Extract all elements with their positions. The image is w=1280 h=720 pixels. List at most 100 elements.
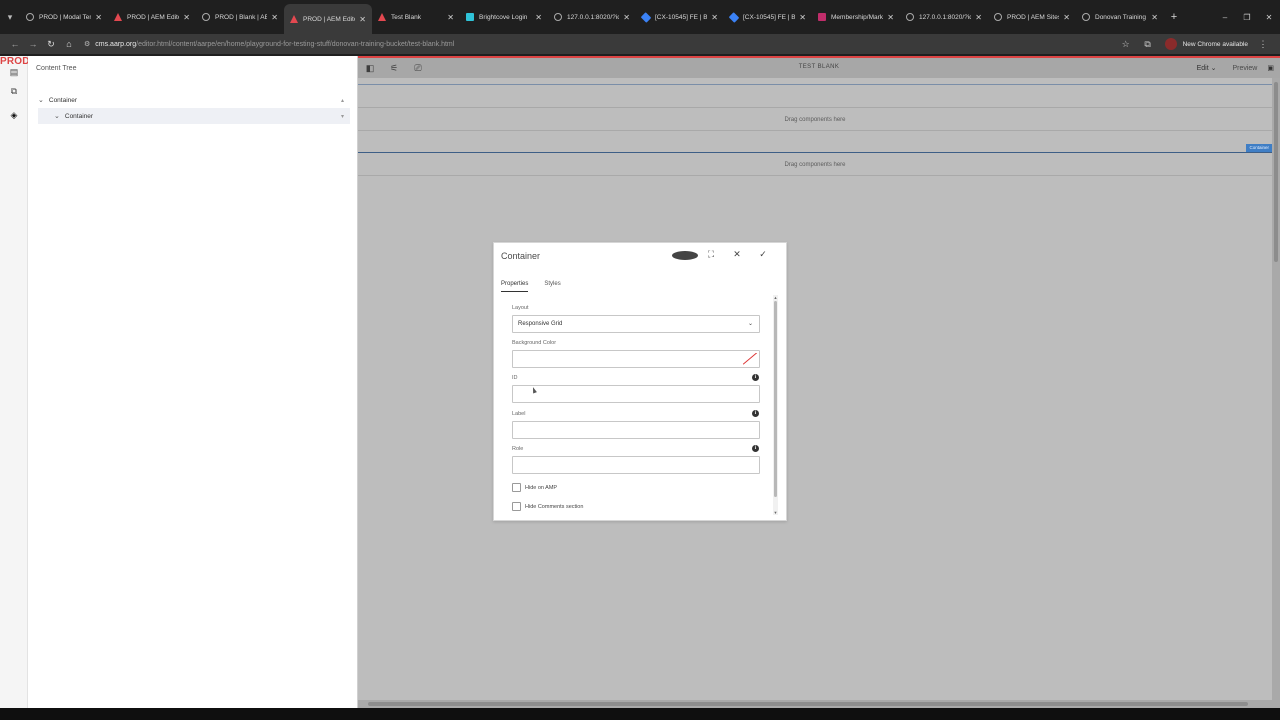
globe-icon <box>994 13 1002 21</box>
site-info-icon[interactable]: ⚙ <box>84 40 90 48</box>
tab-close-icon[interactable]: ✕ <box>447 13 454 22</box>
checkbox-box[interactable] <box>512 483 521 492</box>
role-field[interactable] <box>512 456 760 474</box>
forward-icon[interactable]: → <box>24 39 42 49</box>
window-controls: – ❐ ✕ <box>1214 0 1280 34</box>
chevron-down-icon[interactable]: ⌄ <box>54 112 60 120</box>
restore-icon[interactable]: ❐ <box>1236 13 1258 22</box>
tab-close-icon[interactable]: ✕ <box>359 15 366 24</box>
back-icon[interactable]: ← <box>6 39 24 49</box>
info-icon[interactable]: i <box>752 445 759 452</box>
tab-title: PROD | AEM Editor <box>127 13 180 21</box>
label-field[interactable] <box>512 421 760 439</box>
browser-tab[interactable]: Test Blank ✕ <box>372 0 460 34</box>
sidepanel-toggle-icon[interactable]: ▤ <box>7 65 21 79</box>
preview-button[interactable]: Preview <box>1232 65 1257 72</box>
globe-icon <box>1082 13 1090 21</box>
globe-icon <box>554 13 562 21</box>
container-area[interactable] <box>358 131 1272 152</box>
tab-close-icon[interactable]: ✕ <box>711 13 718 22</box>
tab-title: [CX-10545] FE | BE <box>743 13 796 21</box>
help-icon[interactable]: ? <box>672 250 698 260</box>
new-tab-button[interactable]: + <box>1164 11 1184 23</box>
tab-close-icon[interactable]: ✕ <box>95 13 102 22</box>
browser-tab[interactable]: Donovan Training B ✕ <box>1076 0 1164 34</box>
hide-on-amp-checkbox[interactable]: Hide on AMP <box>512 483 557 492</box>
layers-icon[interactable]: ◈ <box>7 108 21 122</box>
reload-icon[interactable]: ↻ <box>42 39 60 50</box>
tab-close-icon[interactable]: ✕ <box>1151 13 1158 22</box>
drop-zone[interactable]: Drag components here <box>358 109 1272 131</box>
jira-icon <box>728 11 740 23</box>
chrome-update-button[interactable]: New Chrome available <box>1183 41 1248 48</box>
browser-tab[interactable]: PROD | Modal Temp ✕ <box>20 0 108 34</box>
background-color-field[interactable] <box>512 350 760 368</box>
editor-vertical-scrollbar[interactable] <box>1272 78 1280 708</box>
browser-tab[interactable]: PROD | AEM Editor ✕ <box>284 4 372 34</box>
layout-label: Layout <box>512 305 529 311</box>
fullscreen-icon[interactable]: ⛶ <box>698 249 724 260</box>
tab-close-icon[interactable]: ✕ <box>887 13 894 22</box>
browser-tab[interactable]: 127.0.0.1:8020/?id= ✕ <box>548 0 636 34</box>
no-color-swatch-icon[interactable] <box>743 353 757 365</box>
tab-title: 127.0.0.1:8020/?id= <box>919 13 972 21</box>
tab-title: PROD | AEM Editor <box>303 15 356 23</box>
page-container-outline[interactable] <box>358 84 1272 108</box>
extensions-icon[interactable]: ⧉ <box>1137 39 1159 50</box>
id-field[interactable] <box>512 385 760 403</box>
tree-item-label: Container <box>48 96 78 104</box>
home-icon[interactable]: ⌂ <box>60 39 78 49</box>
tab-close-icon[interactable]: ✕ <box>535 13 542 22</box>
container-badge: Container <box>1246 144 1272 152</box>
editor-horizontal-scrollbar[interactable] <box>358 700 1272 708</box>
brightcove-icon <box>466 13 474 21</box>
container-dialog: Container ? ⛶ ✕ ✓ Properties Styles Layo… <box>493 242 787 521</box>
info-icon[interactable]: i <box>752 410 759 417</box>
url-host: cms.aarp.org <box>95 40 137 48</box>
tab-close-icon[interactable]: ✕ <box>1063 13 1070 22</box>
close-icon[interactable]: ✕ <box>724 249 750 260</box>
drop-zone[interactable]: Drag components here <box>358 152 1272 176</box>
url-field[interactable]: ⚙ cms.aarp.org /editor.html/content/aarp… <box>84 40 1115 49</box>
tree-item-label: Container <box>64 112 94 120</box>
minimize-icon[interactable]: – <box>1214 13 1236 22</box>
tab-close-icon[interactable]: ✕ <box>623 13 630 22</box>
globe-icon <box>906 13 914 21</box>
tree-item-container[interactable]: ⌄ Container ▴ <box>38 92 350 108</box>
assets-icon[interactable]: ⧉ <box>7 84 21 98</box>
done-check-icon[interactable]: ✓ <box>750 249 776 260</box>
chrome-menu-icon[interactable]: ⋮ <box>1252 39 1274 50</box>
tab-close-icon[interactable]: ✕ <box>975 13 982 22</box>
tab-search-icon[interactable]: ▾ <box>0 0 20 34</box>
close-window-icon[interactable]: ✕ <box>1258 13 1280 22</box>
layout-select[interactable]: Responsive Grid ⌄ <box>512 315 760 333</box>
annotations-icon[interactable]: ▣ <box>1267 64 1274 72</box>
scroll-up-icon[interactable]: ▲ <box>773 295 778 300</box>
dialog-scrollbar[interactable]: ▲ ▼ <box>773 295 778 515</box>
bookmark-star-icon[interactable]: ☆ <box>1115 39 1137 50</box>
browser-tab[interactable]: PROD | AEM Editor ✕ <box>108 0 196 34</box>
tab-properties[interactable]: Properties <box>501 281 529 292</box>
tab-styles[interactable]: Styles <box>544 281 560 292</box>
browser-tab[interactable]: [CX-10545] FE | BE ✕ <box>636 0 724 34</box>
info-icon[interactable]: i <box>752 374 759 381</box>
browser-tab[interactable]: Membership/Marke ✕ <box>812 0 900 34</box>
tab-close-icon[interactable]: ✕ <box>183 13 190 22</box>
hide-comments-checkbox[interactable]: Hide Comments section <box>512 502 583 511</box>
mode-select[interactable]: Edit ⌄ <box>1197 64 1217 72</box>
browser-tab[interactable]: PROD | Blank | AEM✕ <box>196 0 284 34</box>
browser-tab[interactable]: [CX-10545] FE | BE ✕ <box>724 0 812 34</box>
chevron-down-icon[interactable]: ⌄ <box>38 96 44 104</box>
tree-item-container-child[interactable]: ⌄ Container ▾ <box>38 108 350 124</box>
browser-tab[interactable]: PROD | AEM Sites ✕ <box>988 0 1076 34</box>
tab-close-icon[interactable]: ✕ <box>271 13 278 22</box>
profile-avatar[interactable] <box>1164 38 1177 50</box>
tab-close-icon[interactable]: ✕ <box>799 13 806 22</box>
browser-tab[interactable]: 127.0.0.1:8020/?id= ✕ <box>900 0 988 34</box>
tab-title: PROD | Modal Temp <box>39 13 91 21</box>
browser-tab[interactable]: Brightcove Login ✕ <box>460 0 548 34</box>
checkbox-box[interactable] <box>512 502 521 511</box>
tab-title: Donovan Training B <box>1095 13 1148 21</box>
scroll-down-icon[interactable]: ▼ <box>773 510 778 515</box>
adobe-icon <box>290 15 298 23</box>
